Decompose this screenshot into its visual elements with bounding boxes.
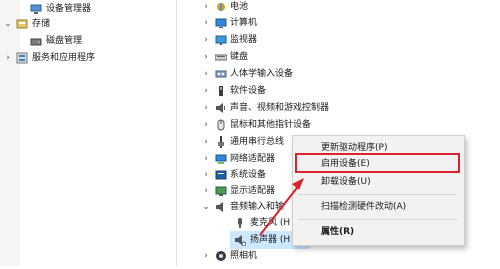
menu-item-properties[interactable]: 属性(R) [321, 223, 354, 241]
chevron-right-icon[interactable]: › [202, 82, 210, 100]
menu-item-uninstall-device[interactable]: 卸载设备(U) [321, 173, 371, 191]
highlight-box [295, 153, 460, 173]
tree-item-label: 存储 [32, 19, 51, 29]
tree-item-label: 监视器 [230, 35, 258, 45]
tree-item-mouse[interactable]: › 鼠标和其他指针设备 [202, 116, 422, 134]
monitor-icon [215, 34, 227, 46]
tree-item-label: 软件设备 [230, 86, 267, 96]
battery-icon [215, 1, 227, 13]
chevron-right-icon[interactable]: › [202, 247, 210, 265]
software-device-icon [215, 85, 227, 97]
keyboard-icon [214, 51, 228, 63]
pane-divider[interactable] [176, 0, 177, 266]
services-apps-icon [16, 52, 28, 64]
chevron-right-icon[interactable]: › [202, 116, 210, 134]
tree-item-label: 键盘 [230, 52, 249, 62]
tree-item-label: 照相机 [230, 251, 258, 261]
chevron-down-icon[interactable]: ⌄ [4, 15, 12, 33]
tree-item-keyboard[interactable]: › 键盘 [202, 48, 402, 66]
tree-item-label: 磁盘管理 [46, 36, 83, 46]
tree-item-disk-management[interactable]: 磁盘管理 [20, 32, 160, 50]
chevron-right-icon[interactable]: › [202, 14, 210, 32]
audio-io-icon [215, 201, 227, 213]
tree-item-label: 鼠标和其他指针设备 [230, 120, 312, 130]
computer-icon [215, 17, 227, 29]
network-adapter-icon [215, 153, 227, 165]
context-menu: 更新驱动程序(P) 启用设备(E) 卸载设备(U) 扫描检测硬件改动(A) 属性… [292, 135, 465, 246]
chevron-right-icon[interactable]: › [202, 99, 210, 117]
tree-item-software-device[interactable]: › 软件设备 [202, 82, 402, 100]
tree-item-services-apps[interactable]: › 服务和应用程序 [0, 49, 170, 67]
tree-gutter [0, 0, 20, 266]
storage-icon [16, 18, 28, 30]
camera-icon [215, 250, 227, 262]
speaker-icon [234, 234, 247, 247]
tree-item-label: 声音、视频和游戏控制器 [230, 103, 330, 113]
tree-item-computer[interactable]: › 计算机 [202, 14, 402, 32]
console-tree-pane: 设备管理器 ⌄ 存储 磁盘管理 › 服务和应用程序 [0, 0, 176, 266]
system-device-icon [215, 169, 227, 181]
menu-separator [299, 219, 457, 220]
usb-icon [215, 136, 227, 148]
chevron-right-icon[interactable]: › [202, 48, 210, 66]
chevron-right-icon[interactable]: › [202, 31, 210, 49]
tree-item-label: 通用串行总线 [230, 137, 285, 147]
menu-separator [299, 194, 457, 195]
sound-icon [215, 102, 227, 114]
tree-item-label: 服务和应用程序 [32, 53, 96, 63]
tree-item-label: 计算机 [230, 18, 258, 28]
mouse-icon [215, 119, 227, 131]
tree-item-camera[interactable]: › 照相机 [202, 247, 312, 265]
display-adapter-icon [215, 185, 227, 197]
chevron-down-icon[interactable]: ⌄ [202, 198, 210, 216]
tree-item-label: 人体学输入设备 [230, 69, 294, 79]
tree-item-label: 麦克风 (H [250, 218, 291, 228]
disk-management-icon [30, 35, 42, 47]
device-manager-icon [30, 3, 42, 15]
hid-icon [215, 68, 227, 80]
tree-item-sound[interactable]: › 声音、视频和游戏控制器 [202, 99, 422, 117]
chevron-right-icon[interactable]: › [202, 65, 210, 83]
chevron-right-icon[interactable]: › [4, 49, 12, 67]
tree-item-hid[interactable]: › 人体学输入设备 [202, 65, 402, 83]
microphone-icon [234, 217, 246, 229]
tree-item-storage[interactable]: ⌄ 存储 [0, 15, 160, 33]
tree-item-monitor[interactable]: › 监视器 [202, 31, 402, 49]
menu-item-scan-hardware[interactable]: 扫描检测硬件改动(A) [321, 198, 406, 216]
chevron-right-icon[interactable]: › [202, 133, 210, 151]
